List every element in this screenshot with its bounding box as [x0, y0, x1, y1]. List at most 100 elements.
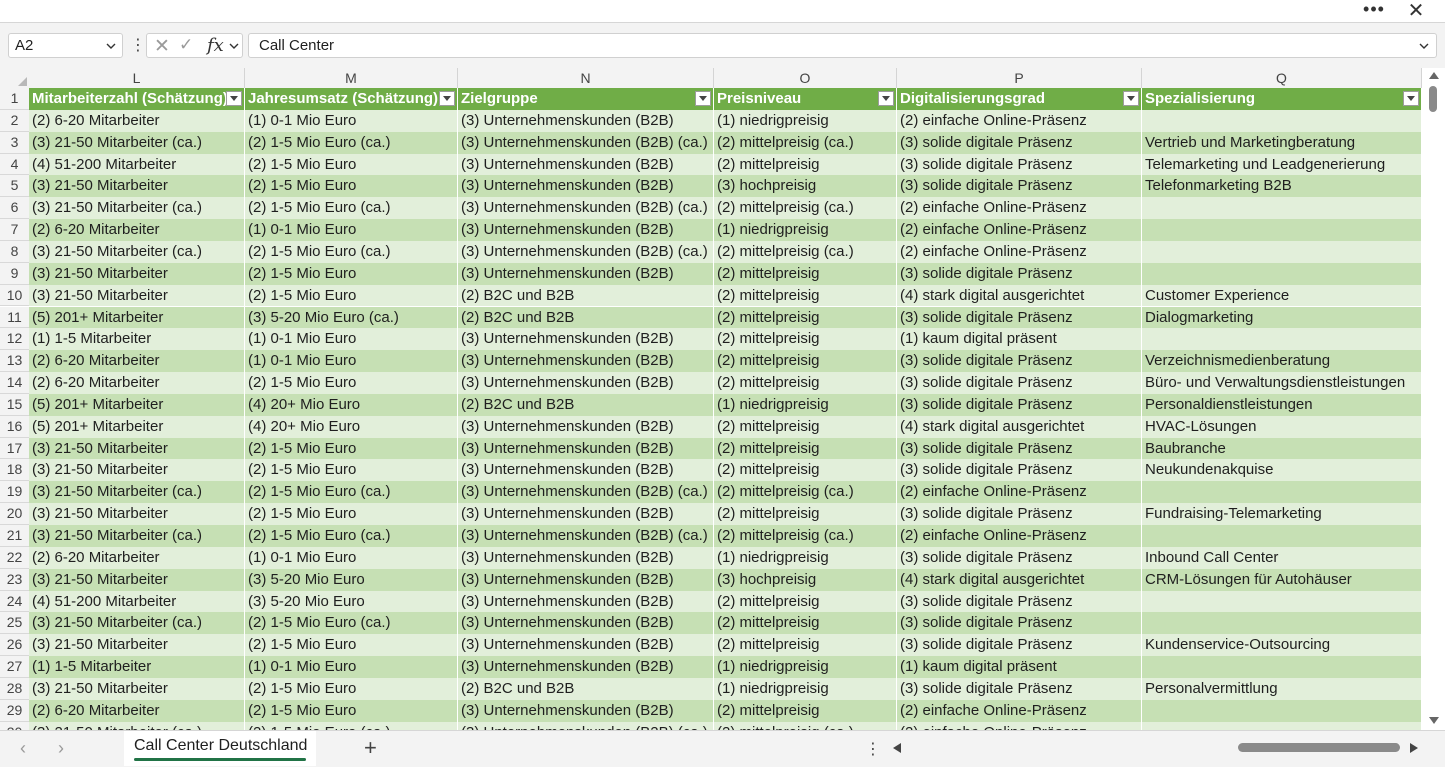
- scroll-left-icon[interactable]: [893, 743, 901, 753]
- row-header[interactable]: 5: [0, 175, 29, 198]
- table-cell[interactable]: (3) Unternehmenskunden (B2B): [458, 634, 714, 657]
- table-cell[interactable]: (3) 21-50 Mitarbeiter (ca.): [29, 721, 245, 730]
- table-cell[interactable]: (3) Unternehmenskunden (B2B): [458, 656, 714, 678]
- table-cell[interactable]: (2) 6-20 Mitarbeiter: [29, 109, 245, 132]
- header-cell[interactable]: Mitarbeiterzahl (Schätzung): [29, 88, 245, 110]
- row-header[interactable]: 23: [0, 568, 29, 591]
- table-cell[interactable]: (3) 21-50 Mitarbeiter: [29, 175, 245, 198]
- table-cell[interactable]: (2) einfache Online-Präsenz: [897, 525, 1142, 547]
- filter-dropdown-icon[interactable]: [1123, 91, 1139, 106]
- table-cell[interactable]: (3) 21-50 Mitarbeiter (ca.): [29, 197, 245, 220]
- close-icon[interactable]: ✕: [1400, 0, 1432, 22]
- table-cell[interactable]: [1142, 656, 1422, 678]
- table-cell[interactable]: [1142, 612, 1422, 635]
- table-cell[interactable]: (2) B2C und B2B: [458, 677, 714, 700]
- table-cell[interactable]: Kundenservice-Outsourcing: [1142, 634, 1422, 657]
- table-cell[interactable]: Büro- und Verwaltungsdienstleistungen: [1142, 372, 1422, 394]
- scroll-right-icon[interactable]: [1410, 743, 1418, 753]
- table-cell[interactable]: (3) Unternehmenskunden (B2B): [458, 175, 714, 198]
- table-cell[interactable]: (1) 0-1 Mio Euro: [245, 350, 458, 373]
- table-cell[interactable]: (4) 51-200 Mitarbeiter: [29, 590, 245, 613]
- table-cell[interactable]: (3) Unternehmenskunden (B2B): [458, 699, 714, 722]
- column-header-p[interactable]: P: [897, 68, 1142, 88]
- table-cell[interactable]: (3) Unternehmenskunden (B2B) (ca.): [458, 721, 714, 730]
- table-cell[interactable]: (2) 1-5 Mio Euro: [245, 677, 458, 700]
- table-cell[interactable]: (1) kaum digital präsent: [897, 656, 1142, 678]
- table-cell[interactable]: CRM-Lösungen für Autohäuser: [1142, 568, 1422, 591]
- table-cell[interactable]: (2) mittelpreisig (ca.): [714, 240, 897, 263]
- table-cell[interactable]: (4) stark digital ausgerichtet: [897, 284, 1142, 307]
- table-cell[interactable]: Vertrieb und Marketingberatung: [1142, 131, 1422, 154]
- table-cell[interactable]: (3) Unternehmenskunden (B2B) (ca.): [458, 525, 714, 547]
- table-cell[interactable]: (3) 5-20 Mio Euro: [245, 568, 458, 591]
- table-cell[interactable]: (3) 5-20 Mio Euro: [245, 590, 458, 613]
- header-cell[interactable]: Zielgruppe: [458, 88, 714, 110]
- table-cell[interactable]: (5) 201+ Mitarbeiter: [29, 415, 245, 438]
- table-cell[interactable]: (2) 1-5 Mio Euro (ca.): [245, 525, 458, 547]
- table-cell[interactable]: (2) B2C und B2B: [458, 393, 714, 416]
- table-cell[interactable]: (3) solide digitale Präsenz: [897, 262, 1142, 285]
- table-cell[interactable]: (2) einfache Online-Präsenz: [897, 240, 1142, 263]
- insert-function-icon[interactable]: fx: [207, 35, 224, 56]
- table-cell[interactable]: (2) 1-5 Mio Euro (ca.): [245, 131, 458, 154]
- previous-sheet-icon[interactable]: ‹: [20, 738, 26, 759]
- table-cell[interactable]: (3) Unternehmenskunden (B2B): [458, 546, 714, 569]
- table-cell[interactable]: [1142, 481, 1422, 504]
- table-cell[interactable]: [1142, 699, 1422, 722]
- table-cell[interactable]: (3) Unternehmenskunden (B2B): [458, 612, 714, 635]
- table-cell[interactable]: (3) solide digitale Präsenz: [897, 634, 1142, 657]
- scroll-down-icon[interactable]: [1429, 717, 1439, 724]
- table-cell[interactable]: Customer Experience: [1142, 284, 1422, 307]
- table-cell[interactable]: (1) 0-1 Mio Euro: [245, 546, 458, 569]
- table-cell[interactable]: (2) 6-20 Mitarbeiter: [29, 546, 245, 569]
- table-cell[interactable]: (2) mittelpreisig: [714, 459, 897, 482]
- sheet-tab-call-center-deutschland[interactable]: Call Center Deutschland: [124, 731, 316, 766]
- table-cell[interactable]: (3) Unternehmenskunden (B2B) (ca.): [458, 240, 714, 263]
- table-cell[interactable]: (2) mittelpreisig: [714, 612, 897, 635]
- table-cell[interactable]: (2) 1-5 Mio Euro: [245, 699, 458, 722]
- more-options-icon[interactable]: •••: [1358, 0, 1390, 22]
- column-header-m[interactable]: M: [245, 68, 458, 88]
- row-header[interactable]: 10: [0, 284, 29, 307]
- select-all-corner[interactable]: [0, 68, 29, 88]
- table-cell[interactable]: Neukundenakquise: [1142, 459, 1422, 482]
- table-cell[interactable]: (3) Unternehmenskunden (B2B): [458, 568, 714, 591]
- column-header-n[interactable]: N: [458, 68, 714, 88]
- table-cell[interactable]: (3) 21-50 Mitarbeiter: [29, 284, 245, 307]
- table-cell[interactable]: [1142, 240, 1422, 263]
- table-cell[interactable]: (2) einfache Online-Präsenz: [897, 481, 1142, 504]
- row-header[interactable]: 21: [0, 525, 29, 547]
- table-cell[interactable]: (2) 1-5 Mio Euro (ca.): [245, 197, 458, 220]
- table-cell[interactable]: (3) solide digitale Präsenz: [897, 175, 1142, 198]
- table-cell[interactable]: [1142, 219, 1422, 241]
- table-cell[interactable]: (2) mittelpreisig: [714, 350, 897, 373]
- header-cell[interactable]: Spezialisierung: [1142, 88, 1422, 110]
- filter-dropdown-icon[interactable]: [439, 91, 455, 106]
- table-cell[interactable]: (3) solide digitale Präsenz: [897, 306, 1142, 329]
- chevron-down-icon[interactable]: [105, 40, 117, 52]
- table-cell[interactable]: (4) 20+ Mio Euro: [245, 393, 458, 416]
- row-header[interactable]: 24: [0, 590, 29, 613]
- row-header[interactable]: 14: [0, 372, 29, 394]
- table-cell[interactable]: (3) 21-50 Mitarbeiter: [29, 503, 245, 525]
- table-cell[interactable]: (3) solide digitale Präsenz: [897, 546, 1142, 569]
- vertical-scrollbar[interactable]: [1425, 68, 1445, 730]
- table-cell[interactable]: (3) Unternehmenskunden (B2B): [458, 219, 714, 241]
- table-cell[interactable]: (3) Unternehmenskunden (B2B): [458, 415, 714, 438]
- table-cell[interactable]: (3) Unternehmenskunden (B2B): [458, 437, 714, 460]
- table-cell[interactable]: (2) mittelpreisig: [714, 437, 897, 460]
- table-cell[interactable]: [1142, 197, 1422, 220]
- row-header[interactable]: 30: [0, 721, 29, 730]
- table-cell[interactable]: (3) solide digitale Präsenz: [897, 350, 1142, 373]
- table-cell[interactable]: (3) 21-50 Mitarbeiter (ca.): [29, 240, 245, 263]
- table-cell[interactable]: (3) 21-50 Mitarbeiter: [29, 634, 245, 657]
- table-cell[interactable]: (3) solide digitale Präsenz: [897, 393, 1142, 416]
- table-cell[interactable]: (3) Unternehmenskunden (B2B): [458, 350, 714, 373]
- table-cell[interactable]: (2) 1-5 Mio Euro: [245, 262, 458, 285]
- row-header[interactable]: 2: [0, 109, 29, 132]
- column-header-q[interactable]: Q: [1142, 68, 1422, 88]
- table-cell[interactable]: (2) 6-20 Mitarbeiter: [29, 372, 245, 394]
- formula-bar-more-icon[interactable]: ⋮: [130, 35, 146, 55]
- table-cell[interactable]: (3) 21-50 Mitarbeiter (ca.): [29, 612, 245, 635]
- table-cell[interactable]: (1) niedrigpreisig: [714, 677, 897, 700]
